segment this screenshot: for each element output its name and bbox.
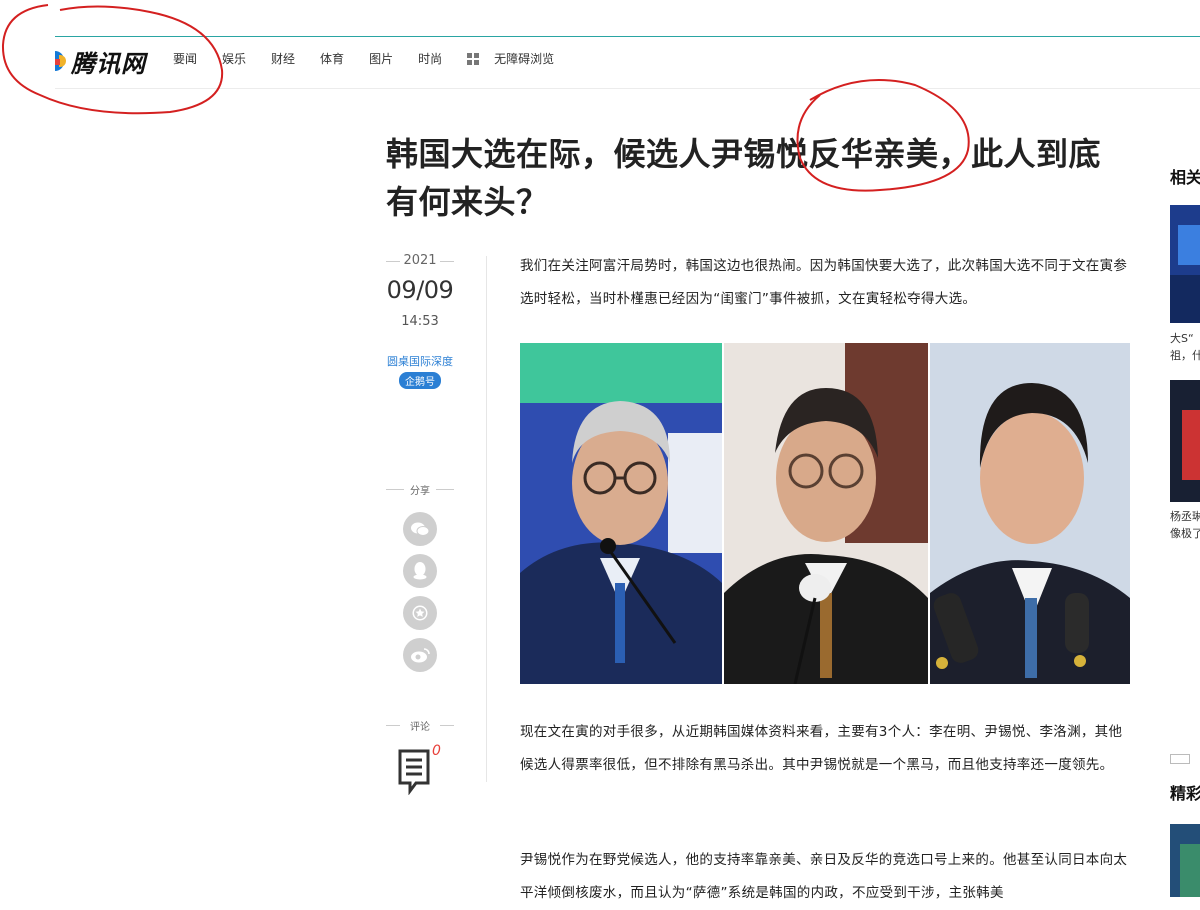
- nav-item-sports[interactable]: 体育: [320, 50, 344, 67]
- nav-item-fashion[interactable]: 时尚: [418, 50, 442, 67]
- qq-icon: [413, 562, 427, 580]
- featured-thumb[interactable]: [1170, 824, 1200, 897]
- related-caption-1[interactable]: 大S“: [1170, 330, 1200, 347]
- related-heading: 相关: [1170, 168, 1200, 187]
- ad-mark-icon: [1170, 754, 1200, 764]
- three-candidates-photo: [520, 343, 1130, 685]
- favorite-share-button[interactable]: [403, 596, 437, 630]
- related-caption-2[interactable]: 杨丞琳: [1170, 508, 1200, 525]
- related-caption-2b[interactable]: 像极了: [1170, 525, 1200, 542]
- date-time: 14:53: [401, 314, 439, 329]
- source-badge: 企鹅号: [399, 372, 441, 389]
- weibo-share-button[interactable]: [403, 638, 437, 672]
- comment-label: 评论: [386, 718, 454, 733]
- article-paragraph-2: 现在文在寅的对手很多，从近期韩国媒体资料来看，主要有3个人：李在明、尹锡悦、李洛…: [520, 724, 1123, 773]
- column-divider: [486, 256, 487, 782]
- share-label: 分享: [386, 482, 454, 497]
- wechat-share-button[interactable]: [403, 512, 437, 546]
- featured-heading: 精彩: [1170, 784, 1200, 803]
- comment-count-badge: 0: [432, 743, 441, 759]
- tencent-logo-icon: [55, 49, 69, 73]
- article-title: 韩国大选在际，候选人尹锡悦反华亲美，此人到底有何来头？: [386, 135, 1102, 221]
- article-meta: 2021 09/09 14:53 圆桌国际深度 企鹅号: [386, 252, 454, 389]
- wechat-icon: [411, 522, 430, 536]
- article-paragraph-3: 尹锡悦作为在野党候选人，他的支持率靠亲美、亲日及反华的竞选口号上来的。他甚至认同…: [520, 852, 1128, 901]
- date-day: 09/09: [386, 276, 454, 304]
- nav-item-pictures[interactable]: 图片: [369, 50, 393, 67]
- comment-button[interactable]: 0: [398, 743, 442, 796]
- related-thumb-1[interactable]: [1170, 205, 1200, 323]
- logo-text: 腾讯网: [71, 49, 146, 78]
- related-thumb-2[interactable]: [1170, 380, 1200, 502]
- weibo-icon: [411, 648, 430, 663]
- more-grid-icon[interactable]: [467, 52, 480, 65]
- accessibility-link[interactable]: 无障碍浏览: [494, 50, 554, 67]
- nav-item-news[interactable]: 要闻: [173, 50, 197, 67]
- related-caption-1b[interactable]: 祖，什: [1170, 347, 1200, 364]
- top-navbar: 腾讯网 要闻 娱乐 财经 体育 图片 时尚 无障碍浏览: [55, 38, 1200, 89]
- site-logo[interactable]: 腾讯网: [55, 42, 146, 80]
- date-year: 2021: [386, 252, 454, 270]
- qq-share-button[interactable]: [403, 554, 437, 588]
- nav-item-finance[interactable]: 财经: [271, 50, 295, 67]
- header-top-rule: [55, 36, 1200, 37]
- star-icon: [412, 605, 428, 621]
- source-link[interactable]: 圆桌国际深度: [386, 353, 454, 369]
- article-image: [520, 343, 1130, 685]
- nav-menu: 要闻 娱乐 财经 体育 图片 时尚 无障碍浏览: [173, 50, 579, 67]
- nav-item-entertainment[interactable]: 娱乐: [222, 50, 246, 67]
- article-paragraph-1: 我们在关注阿富汗局势时，韩国这边也很热闹。因为韩国快要大选了，此次韩国大选不同于…: [520, 258, 1128, 307]
